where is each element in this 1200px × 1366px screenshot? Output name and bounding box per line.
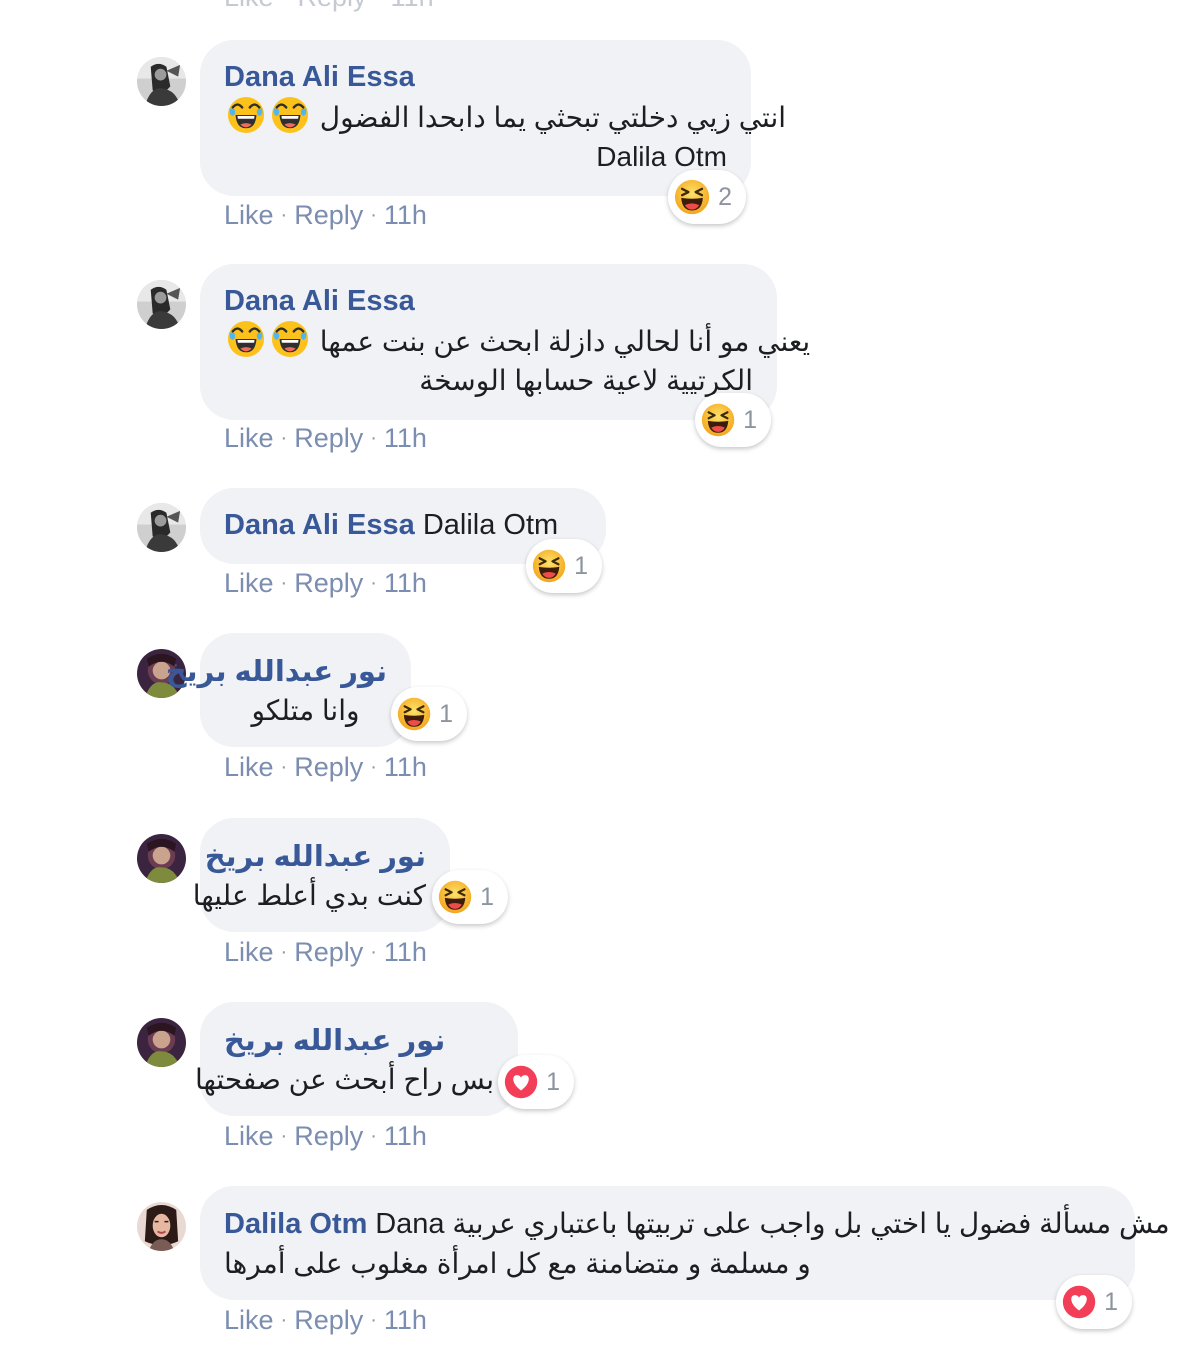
comment-actions: Like · Reply · 11h <box>224 1305 427 1335</box>
comment-bubble: Dana Ali Essa انتي زيي دخلتي تبحثي يما د… <box>200 40 786 196</box>
reply-link[interactable]: Reply <box>294 423 363 453</box>
avatar[interactable] <box>137 57 186 106</box>
reaction-count: 1 <box>439 699 453 728</box>
reaction-count: 1 <box>574 551 588 580</box>
like-link[interactable]: Like <box>224 752 274 782</box>
haha-icon <box>397 693 431 735</box>
reaction-summary[interactable]: 1 <box>391 687 467 741</box>
laughing-emoji-icon <box>271 96 309 134</box>
comment-actions: Like · Reply · 11h <box>224 937 427 967</box>
avatar[interactable] <box>137 280 186 329</box>
laughing-emoji-icon <box>227 96 265 134</box>
avatar[interactable] <box>137 1018 186 1067</box>
reply-link[interactable]: Reply <box>294 752 363 782</box>
like-link[interactable]: Like <box>224 423 274 453</box>
avatar[interactable] <box>137 1202 186 1251</box>
comment-text: يعني مو أنا لحالي دازلة ابحث عن بنت عمها <box>224 320 810 361</box>
timestamp[interactable]: 11h <box>384 752 427 782</box>
like-link[interactable]: Like <box>224 200 274 230</box>
reaction-summary[interactable]: 1 <box>498 1055 574 1109</box>
reaction-summary[interactable]: 2 <box>668 170 746 224</box>
love-icon <box>504 1061 538 1103</box>
reaction-count: 2 <box>718 182 732 211</box>
love-icon <box>1062 1281 1096 1323</box>
reaction-count: 1 <box>743 405 757 434</box>
comment-actions: Like · Reply · 11h <box>224 200 427 230</box>
comment-text-line2: الكرتيية لاعية حسابها الوسخة <box>419 365 753 396</box>
timestamp[interactable]: 11h <box>384 568 427 598</box>
comment-text: انتي زيي دخلتي تبحثي يما دابحدا الفضول <box>224 96 786 137</box>
timestamp[interactable]: 11h <box>384 937 427 967</box>
laughing-emoji-icon <box>227 320 265 358</box>
comment-bubble: نور عبدالله بريخ وانا متلكو <box>166 633 411 747</box>
comment-author[interactable]: نور عبدالله بريخ <box>224 1022 494 1060</box>
comment-mention[interactable]: Dana <box>375 1208 444 1240</box>
haha-icon <box>701 399 735 441</box>
comment-first-line: Dalila Otm Dana مش مسألة فضول يا اختي بل… <box>224 1204 1170 1244</box>
laughing-emoji-icon <box>271 320 309 358</box>
comment-author: Dana Ali Essa Dalila Otm <box>224 506 582 544</box>
comment-bubble: Dana Ali Essa يعني مو أنا لحالي دازلة اب… <box>200 264 810 420</box>
avatar[interactable] <box>137 503 186 552</box>
comment-text: مش مسألة فضول يا اختي بل واجب على تربيته… <box>452 1208 1170 1239</box>
haha-icon <box>674 176 710 218</box>
comment-text: كنت بدي أعلط عليها <box>192 880 426 911</box>
comment-actions: Like · Reply · 11h <box>224 423 427 453</box>
comment-mention[interactable]: Dalila Otm <box>423 509 558 541</box>
comment-author[interactable]: نور عبدالله بريخ <box>166 653 387 691</box>
reaction-summary[interactable]: 1 <box>1056 1275 1132 1329</box>
reply-link[interactable]: Reply <box>294 937 363 967</box>
like-link[interactable]: Like <box>224 937 274 967</box>
comment-bubble: نور عبدالله بريخ بس راح أبحث عن صفحتها <box>194 1002 518 1116</box>
like-link[interactable]: Like <box>224 1305 274 1335</box>
reply-link[interactable]: Reply <box>294 1305 363 1335</box>
comment-actions: Like · Reply · 11h <box>224 752 427 782</box>
reaction-summary[interactable]: 1 <box>526 539 602 593</box>
reply-link[interactable]: Reply <box>294 1121 363 1151</box>
comment-author-name[interactable]: Dana Ali Essa <box>224 509 415 541</box>
comment-bubble: نور عبدالله بريخ كنت بدي أعلط عليها <box>192 818 450 932</box>
haha-icon <box>438 876 472 918</box>
comment-actions: Like · Reply · 11h <box>224 1121 427 1151</box>
comment-text: بس راح أبحث عن صفحتها <box>194 1064 494 1095</box>
comment-actions: Like · Reply · 11h <box>224 568 427 598</box>
reaction-count: 1 <box>480 882 494 911</box>
comment-text: وانا متلكو <box>251 695 360 726</box>
timestamp[interactable]: 11h <box>384 1121 427 1151</box>
comment-author[interactable]: Dana Ali Essa <box>224 282 753 320</box>
like-link[interactable]: Like <box>224 568 274 598</box>
truncated-previous-actions: Like · Reply · 11h <box>224 0 434 13</box>
comment-bubble: Dalila Otm Dana مش مسألة فضول يا اختي بل… <box>200 1186 1170 1300</box>
comment-author[interactable]: Dana Ali Essa <box>224 58 727 96</box>
reaction-count: 1 <box>546 1067 560 1096</box>
haha-icon <box>532 545 566 587</box>
reaction-summary[interactable]: 1 <box>695 393 771 447</box>
timestamp[interactable]: 11h <box>384 423 427 453</box>
like-link[interactable]: Like <box>224 1121 274 1151</box>
reaction-count: 1 <box>1104 1287 1118 1316</box>
avatar[interactable] <box>137 834 186 883</box>
reply-link[interactable]: Reply <box>294 200 363 230</box>
reaction-summary[interactable]: 1 <box>432 870 508 924</box>
comment-author[interactable]: نور عبدالله بريخ <box>205 838 426 876</box>
comment-author[interactable]: Dalila Otm <box>224 1208 367 1240</box>
timestamp[interactable]: 11h <box>384 200 427 230</box>
reply-link[interactable]: Reply <box>294 568 363 598</box>
comment-text-line2: و مسلمة و متضامنة مع كل امرأة مغلوب على … <box>224 1248 811 1279</box>
timestamp[interactable]: 11h <box>384 1305 427 1335</box>
comment-mention[interactable]: Dalila Otm <box>224 137 727 176</box>
